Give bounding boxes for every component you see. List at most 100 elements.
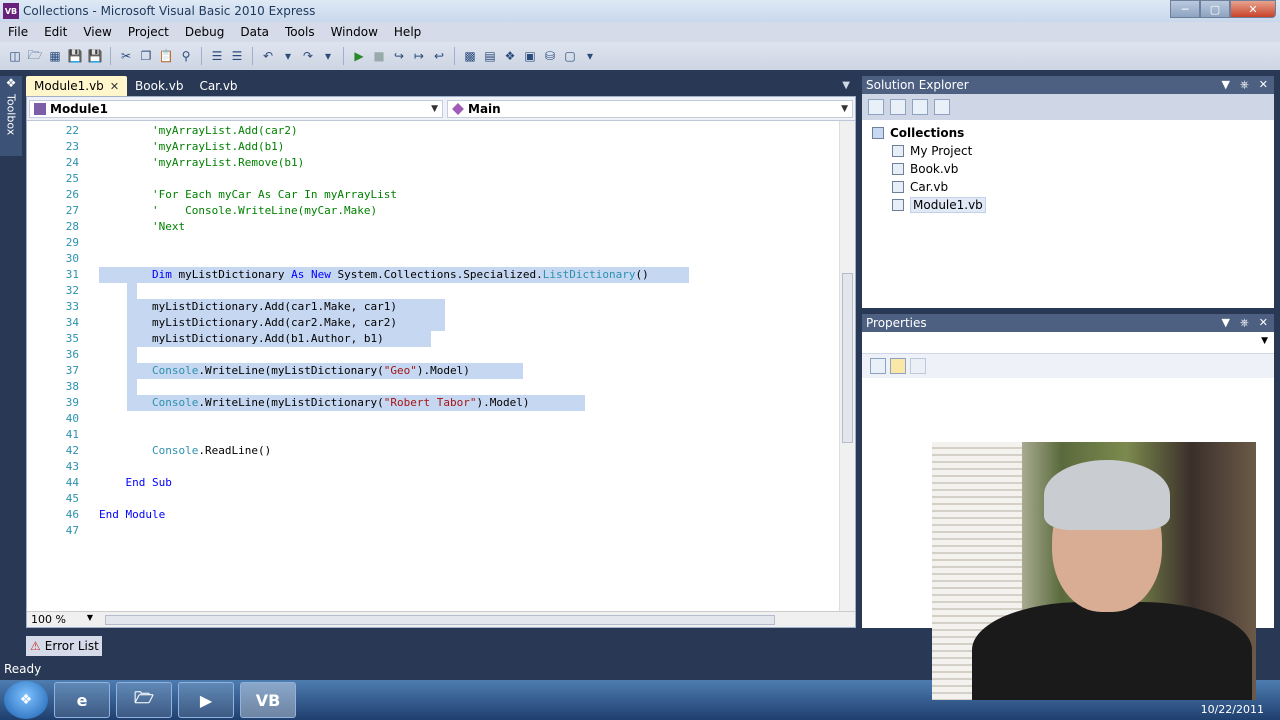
- save-all-icon[interactable]: 💾: [86, 47, 104, 65]
- code-line[interactable]: 22 'myArrayList.Add(car2): [27, 123, 839, 139]
- cut-icon[interactable]: ✂: [117, 47, 135, 65]
- maximize-icon[interactable]: ▢: [1200, 0, 1230, 18]
- minimize-icon[interactable]: ─: [1170, 0, 1200, 18]
- close-tab-icon[interactable]: ✕: [110, 80, 119, 93]
- tree-item-car[interactable]: Car.vb: [872, 178, 1264, 196]
- object-combo[interactable]: ▼: [862, 332, 1274, 354]
- code-line[interactable]: 31 Dim myListDictionary As New System.Co…: [27, 267, 839, 283]
- pin-icon[interactable]: ⎈: [1240, 78, 1249, 92]
- properties-icon[interactable]: ▤: [481, 47, 499, 65]
- find-icon[interactable]: ⚲: [177, 47, 195, 65]
- close-icon[interactable]: ✕: [1259, 316, 1268, 330]
- code-line[interactable]: 47: [27, 523, 839, 539]
- file-explorer-icon[interactable]: 🗁: [116, 682, 172, 718]
- close-icon[interactable]: ✕: [1230, 0, 1276, 18]
- toolbar-options-icon[interactable]: ▾: [581, 47, 599, 65]
- menu-view[interactable]: View: [75, 25, 119, 39]
- code-line[interactable]: 29: [27, 235, 839, 251]
- pin-icon[interactable]: ⎈: [1240, 316, 1249, 330]
- error-list-tab[interactable]: ⚠ Error List: [26, 636, 102, 656]
- menu-edit[interactable]: Edit: [36, 25, 75, 39]
- chevron-down-icon[interactable]: ▼: [1222, 78, 1230, 92]
- class-combo[interactable]: Module1 ▼: [29, 99, 443, 118]
- code-line[interactable]: 32: [27, 283, 839, 299]
- save-icon[interactable]: 💾: [66, 47, 84, 65]
- zoom-combo[interactable]: 100 % ▼: [27, 613, 97, 626]
- alphabetical-icon[interactable]: [890, 358, 906, 374]
- code-line[interactable]: 38: [27, 379, 839, 395]
- code-line[interactable]: 23 'myArrayList.Add(b1): [27, 139, 839, 155]
- object-browser-icon[interactable]: ▣: [521, 47, 539, 65]
- visual-basic-icon[interactable]: VB: [240, 682, 296, 718]
- step-out-icon[interactable]: ↩: [430, 47, 448, 65]
- menu-data[interactable]: Data: [232, 25, 277, 39]
- code-line[interactable]: 45: [27, 491, 839, 507]
- internet-explorer-icon[interactable]: e: [54, 682, 110, 718]
- view-code-icon[interactable]: [934, 99, 950, 115]
- start-button[interactable]: ❖: [4, 681, 48, 719]
- menu-tools[interactable]: Tools: [277, 25, 323, 39]
- solution-explorer-icon[interactable]: ▩: [461, 47, 479, 65]
- new-project-icon[interactable]: ◫: [6, 47, 24, 65]
- code-line[interactable]: 40: [27, 411, 839, 427]
- undo-icon[interactable]: ↶: [259, 47, 277, 65]
- menu-project[interactable]: Project: [120, 25, 177, 39]
- step-into-icon[interactable]: ↪: [390, 47, 408, 65]
- code-line[interactable]: 35 myListDictionary.Add(b1.Author, b1): [27, 331, 839, 347]
- method-combo[interactable]: Main ▼: [447, 99, 853, 118]
- open-folder-icon[interactable]: 🗁: [26, 47, 44, 65]
- code-line[interactable]: 36: [27, 347, 839, 363]
- copy-icon[interactable]: ❐: [137, 47, 155, 65]
- code-line[interactable]: 33 myListDictionary.Add(car1.Make, car1): [27, 299, 839, 315]
- start-page-icon[interactable]: ▢: [561, 47, 579, 65]
- tab-dropdown-icon[interactable]: ▼: [842, 80, 850, 91]
- menu-window[interactable]: Window: [323, 25, 386, 39]
- code-line[interactable]: 37 Console.WriteLine(myListDictionary("G…: [27, 363, 839, 379]
- add-item-icon[interactable]: ▦: [46, 47, 64, 65]
- comment-icon[interactable]: ☰: [208, 47, 226, 65]
- toolbox-strip[interactable]: ❖ Toolbox: [0, 76, 22, 156]
- tab-car[interactable]: Car.vb: [191, 76, 245, 96]
- code-line[interactable]: 43: [27, 459, 839, 475]
- chevron-down-icon[interactable]: ▼: [1222, 316, 1230, 330]
- horizontal-scrollbar[interactable]: 100 % ▼: [27, 611, 855, 627]
- menu-help[interactable]: Help: [386, 25, 429, 39]
- refresh-icon[interactable]: [912, 99, 928, 115]
- start-debugging-icon[interactable]: ▶: [350, 47, 368, 65]
- properties-icon[interactable]: [890, 99, 906, 115]
- redo-icon[interactable]: ↷: [299, 47, 317, 65]
- tab-module1[interactable]: Module1.vb ✕: [26, 76, 128, 96]
- toolbox-icon[interactable]: ❖: [501, 47, 519, 65]
- media-player-icon[interactable]: ▶: [178, 682, 234, 718]
- property-pages-icon[interactable]: [910, 358, 926, 374]
- redo-dropdown-icon[interactable]: ▾: [319, 47, 337, 65]
- tree-item-module1[interactable]: Module1.vb: [872, 196, 1264, 214]
- scroll-thumb[interactable]: [842, 273, 853, 443]
- code-line[interactable]: 42 Console.ReadLine(): [27, 443, 839, 459]
- tree-item-my-project[interactable]: My Project: [872, 142, 1264, 160]
- code-line[interactable]: 30: [27, 251, 839, 267]
- code-line[interactable]: 41: [27, 427, 839, 443]
- step-over-icon[interactable]: ↦: [410, 47, 428, 65]
- scroll-thumb[interactable]: [105, 615, 775, 625]
- code-line[interactable]: 39 Console.WriteLine(myListDictionary("R…: [27, 395, 839, 411]
- code-area[interactable]: 22 'myArrayList.Add(car2) 23 'myArrayList…: [27, 121, 839, 613]
- uncomment-icon[interactable]: ☰: [228, 47, 246, 65]
- paste-icon[interactable]: 📋: [157, 47, 175, 65]
- code-line[interactable]: 25: [27, 171, 839, 187]
- code-line[interactable]: 46 End Module: [27, 507, 839, 523]
- menu-file[interactable]: File: [0, 25, 36, 39]
- tab-book[interactable]: Book.vb: [127, 76, 191, 96]
- menu-debug[interactable]: Debug: [177, 25, 232, 39]
- categorized-icon[interactable]: [870, 358, 886, 374]
- stop-icon[interactable]: ■: [370, 47, 388, 65]
- close-icon[interactable]: ✕: [1259, 78, 1268, 92]
- code-line[interactable]: 27 ' Console.WriteLine(myCar.Make): [27, 203, 839, 219]
- vertical-scrollbar[interactable]: [839, 121, 855, 613]
- code-line[interactable]: 24 'myArrayList.Remove(b1): [27, 155, 839, 171]
- database-explorer-icon[interactable]: ⛁: [541, 47, 559, 65]
- tree-project-collections[interactable]: Collections: [872, 124, 1264, 142]
- tree-item-book[interactable]: Book.vb: [872, 160, 1264, 178]
- code-line[interactable]: 26 'For Each myCar As Car In myArrayList: [27, 187, 839, 203]
- code-line[interactable]: 44 End Sub: [27, 475, 839, 491]
